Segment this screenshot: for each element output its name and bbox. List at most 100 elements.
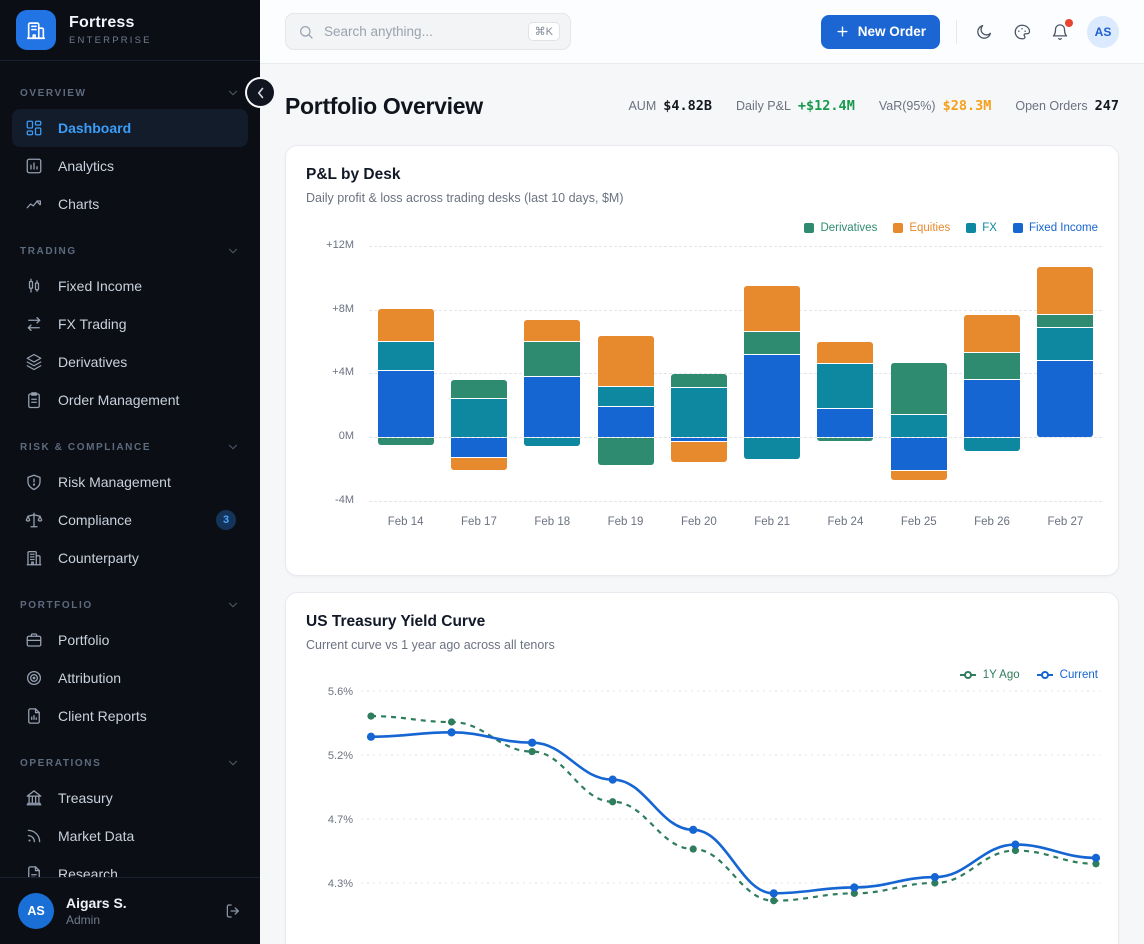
- palette-icon[interactable]: [1011, 21, 1033, 43]
- data-point[interactable]: [770, 897, 777, 904]
- sidebar-item-client-reports[interactable]: Client Reports: [12, 697, 248, 735]
- bar-segment[interactable]: [451, 399, 507, 436]
- nav-section-header[interactable]: PORTFOLIO: [20, 598, 240, 612]
- sidebar-user[interactable]: AS Aigars S. Admin: [0, 877, 260, 944]
- bar-segment[interactable]: [378, 309, 434, 341]
- bar-segment[interactable]: [1037, 361, 1093, 436]
- data-point[interactable]: [931, 873, 939, 881]
- bar-segment[interactable]: [964, 438, 1020, 451]
- data-point[interactable]: [528, 739, 536, 747]
- bar-segment[interactable]: [1037, 267, 1093, 314]
- sidebar-item-label: Analytics: [58, 158, 114, 174]
- sidebar-item-counterparty[interactable]: Counterparty: [12, 539, 248, 577]
- legend-item-derivatives[interactable]: Derivatives: [804, 222, 877, 234]
- bar-segment[interactable]: [524, 377, 580, 437]
- bar-segment[interactable]: [524, 438, 580, 447]
- bar-segment[interactable]: [598, 438, 654, 466]
- bar-segment[interactable]: [671, 388, 727, 436]
- sidebar-item-charts[interactable]: Charts: [12, 185, 248, 223]
- bell-icon[interactable]: [1049, 21, 1071, 43]
- sidebar-item-dashboard[interactable]: Dashboard: [12, 109, 248, 147]
- sidebar-item-risk-management[interactable]: Risk Management: [12, 463, 248, 501]
- bar-segment[interactable]: [744, 286, 800, 331]
- legend-item-fixed-income[interactable]: Fixed Income: [1013, 222, 1098, 234]
- bar-segment[interactable]: [817, 364, 873, 408]
- sidebar-item-analytics[interactable]: Analytics: [12, 147, 248, 185]
- moon-icon[interactable]: [973, 21, 995, 43]
- bar-segment[interactable]: [378, 342, 434, 370]
- bar-segment[interactable]: [1037, 328, 1093, 360]
- x-axis-tick: Feb 14: [371, 516, 441, 528]
- data-point[interactable]: [367, 713, 374, 720]
- sidebar-item-label: Treasury: [58, 790, 113, 806]
- bar-segment[interactable]: [1037, 315, 1093, 327]
- legend-item-fx[interactable]: FX: [966, 222, 997, 234]
- data-point[interactable]: [1092, 854, 1100, 862]
- bar-segment[interactable]: [378, 438, 434, 445]
- bar-segment[interactable]: [451, 458, 507, 470]
- sidebar-collapse-button[interactable]: [247, 79, 274, 106]
- nav-section-header[interactable]: RISK & COMPLIANCE: [20, 440, 240, 454]
- data-point[interactable]: [770, 889, 778, 897]
- sidebar-item-order-management[interactable]: Order Management: [12, 381, 248, 419]
- legend-item-equities[interactable]: Equities: [893, 222, 950, 234]
- data-point[interactable]: [609, 776, 617, 784]
- nav-section-header[interactable]: OVERVIEW: [20, 86, 240, 100]
- data-point[interactable]: [367, 733, 375, 741]
- search-input[interactable]: Search anything... ⌘K: [285, 13, 571, 50]
- bar-segment[interactable]: [891, 438, 947, 470]
- bar-segment[interactable]: [598, 387, 654, 407]
- legend-item-1y-ago[interactable]: 1Y Ago: [959, 669, 1020, 681]
- bar-segment[interactable]: [817, 438, 873, 442]
- sidebar-item-fixed-income[interactable]: Fixed Income: [12, 267, 248, 305]
- data-point[interactable]: [529, 748, 536, 755]
- logout-icon[interactable]: [224, 902, 242, 920]
- sidebar-item-attribution[interactable]: Attribution: [12, 659, 248, 697]
- sidebar-item-fx-trading[interactable]: FX Trading: [12, 305, 248, 343]
- bar-segment[interactable]: [891, 415, 947, 436]
- data-point[interactable]: [447, 728, 455, 736]
- bar-segment[interactable]: [671, 442, 727, 462]
- sidebar-item-market-data[interactable]: Market Data: [12, 817, 248, 855]
- nav-section-header[interactable]: TRADING: [20, 244, 240, 258]
- bar-segment[interactable]: [744, 355, 800, 437]
- data-point[interactable]: [1011, 841, 1019, 849]
- stat-value: +$12.4M: [798, 98, 855, 114]
- data-point[interactable]: [690, 845, 697, 852]
- new-order-button[interactable]: New Order: [821, 15, 940, 49]
- bar-segment[interactable]: [598, 407, 654, 436]
- bar-segment[interactable]: [671, 374, 727, 387]
- bar-segment[interactable]: [671, 438, 727, 442]
- bar-segment[interactable]: [744, 332, 800, 353]
- brand-logo-icon[interactable]: [16, 10, 56, 50]
- bar-segment[interactable]: [964, 353, 1020, 379]
- sidebar-item-derivatives[interactable]: Derivatives: [12, 343, 248, 381]
- nav-section-header[interactable]: OPERATIONS: [20, 756, 240, 770]
- bar-segment[interactable]: [964, 315, 1020, 352]
- bar-segment[interactable]: [891, 471, 947, 480]
- data-point[interactable]: [689, 826, 697, 834]
- topbar-divider: [956, 20, 957, 44]
- legend-item-current[interactable]: Current: [1036, 669, 1098, 681]
- data-point[interactable]: [850, 883, 858, 891]
- bar-segment[interactable]: [817, 342, 873, 363]
- data-point[interactable]: [448, 718, 455, 725]
- sidebar-item-treasury[interactable]: Treasury: [12, 779, 248, 817]
- bar-segment[interactable]: [891, 363, 947, 415]
- bar-segment[interactable]: [378, 371, 434, 437]
- bar-segment[interactable]: [451, 380, 507, 398]
- bar-segment[interactable]: [964, 380, 1020, 436]
- bar-segment[interactable]: [817, 409, 873, 437]
- gridline: [369, 246, 1102, 247]
- bar-segment[interactable]: [524, 342, 580, 376]
- sidebar-item-compliance[interactable]: Compliance3: [12, 501, 248, 539]
- line-series-1y-ago: [371, 716, 1096, 901]
- bar-segment[interactable]: [744, 438, 800, 459]
- sidebar-item-portfolio[interactable]: Portfolio: [12, 621, 248, 659]
- bar-segment[interactable]: [524, 320, 580, 341]
- topbar-avatar[interactable]: AS: [1087, 16, 1119, 48]
- x-axis-tick: Feb 25: [884, 516, 954, 528]
- bar-segment[interactable]: [598, 336, 654, 386]
- bar-segment[interactable]: [451, 438, 507, 458]
- data-point[interactable]: [609, 798, 616, 805]
